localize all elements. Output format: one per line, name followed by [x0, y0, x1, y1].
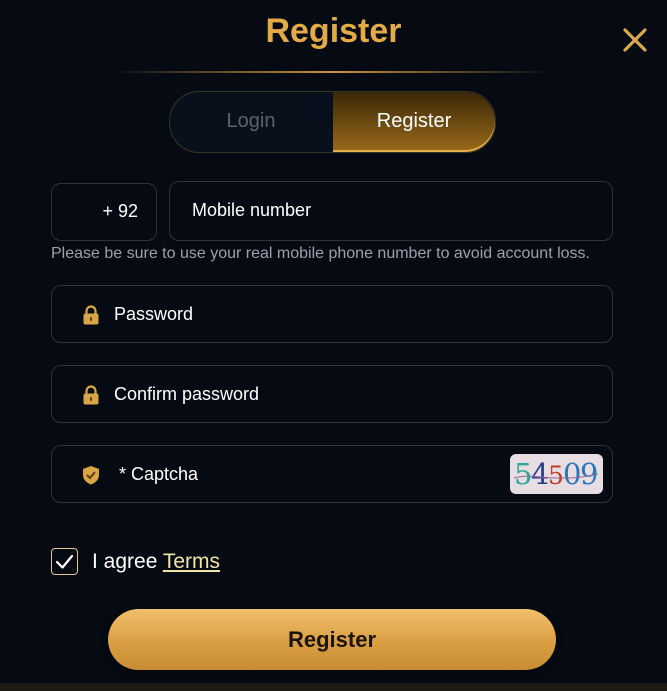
country-code-select[interactable]: + 92 [51, 183, 157, 241]
checkmark-icon [55, 554, 74, 569]
tab-login[interactable]: Login [170, 92, 332, 152]
captcha-input[interactable]: * Captcha 5 4 5 0 9 [51, 445, 613, 503]
background-page-strip [0, 683, 667, 691]
tab-register[interactable]: Register [333, 92, 495, 152]
modal-title: Register [265, 12, 402, 50]
register-button[interactable]: Register [108, 609, 556, 670]
confirm-password-input[interactable]: Confirm password [51, 365, 613, 423]
title-divider [110, 71, 555, 73]
mobile-hint-text: Please be sure to use your real mobile p… [51, 245, 590, 262]
captcha-image[interactable]: 5 4 5 0 9 [510, 454, 603, 494]
shield-check-icon [82, 465, 100, 485]
captcha-noise [513, 473, 599, 479]
agree-label: I agree Terms [92, 550, 220, 574]
lock-icon [82, 305, 100, 325]
terms-link[interactable]: Terms [163, 550, 220, 573]
mobile-number-input[interactable]: Mobile number [169, 181, 613, 241]
password-placeholder: Password [114, 304, 194, 324]
register-modal: Register Login Register + 92 Mobile numb… [0, 0, 667, 684]
auth-tabs: Login Register [169, 91, 496, 153]
confirm-password-placeholder: Confirm password [114, 384, 260, 404]
mobile-number-placeholder: Mobile number [192, 200, 312, 220]
agree-text: I agree [92, 550, 158, 573]
captcha-placeholder: * Captcha [119, 464, 199, 484]
close-icon[interactable] [620, 25, 650, 55]
agree-checkbox[interactable] [51, 548, 78, 575]
lock-icon [82, 385, 100, 405]
password-input[interactable]: Password [51, 285, 613, 343]
country-code-value: + 92 [102, 201, 138, 221]
